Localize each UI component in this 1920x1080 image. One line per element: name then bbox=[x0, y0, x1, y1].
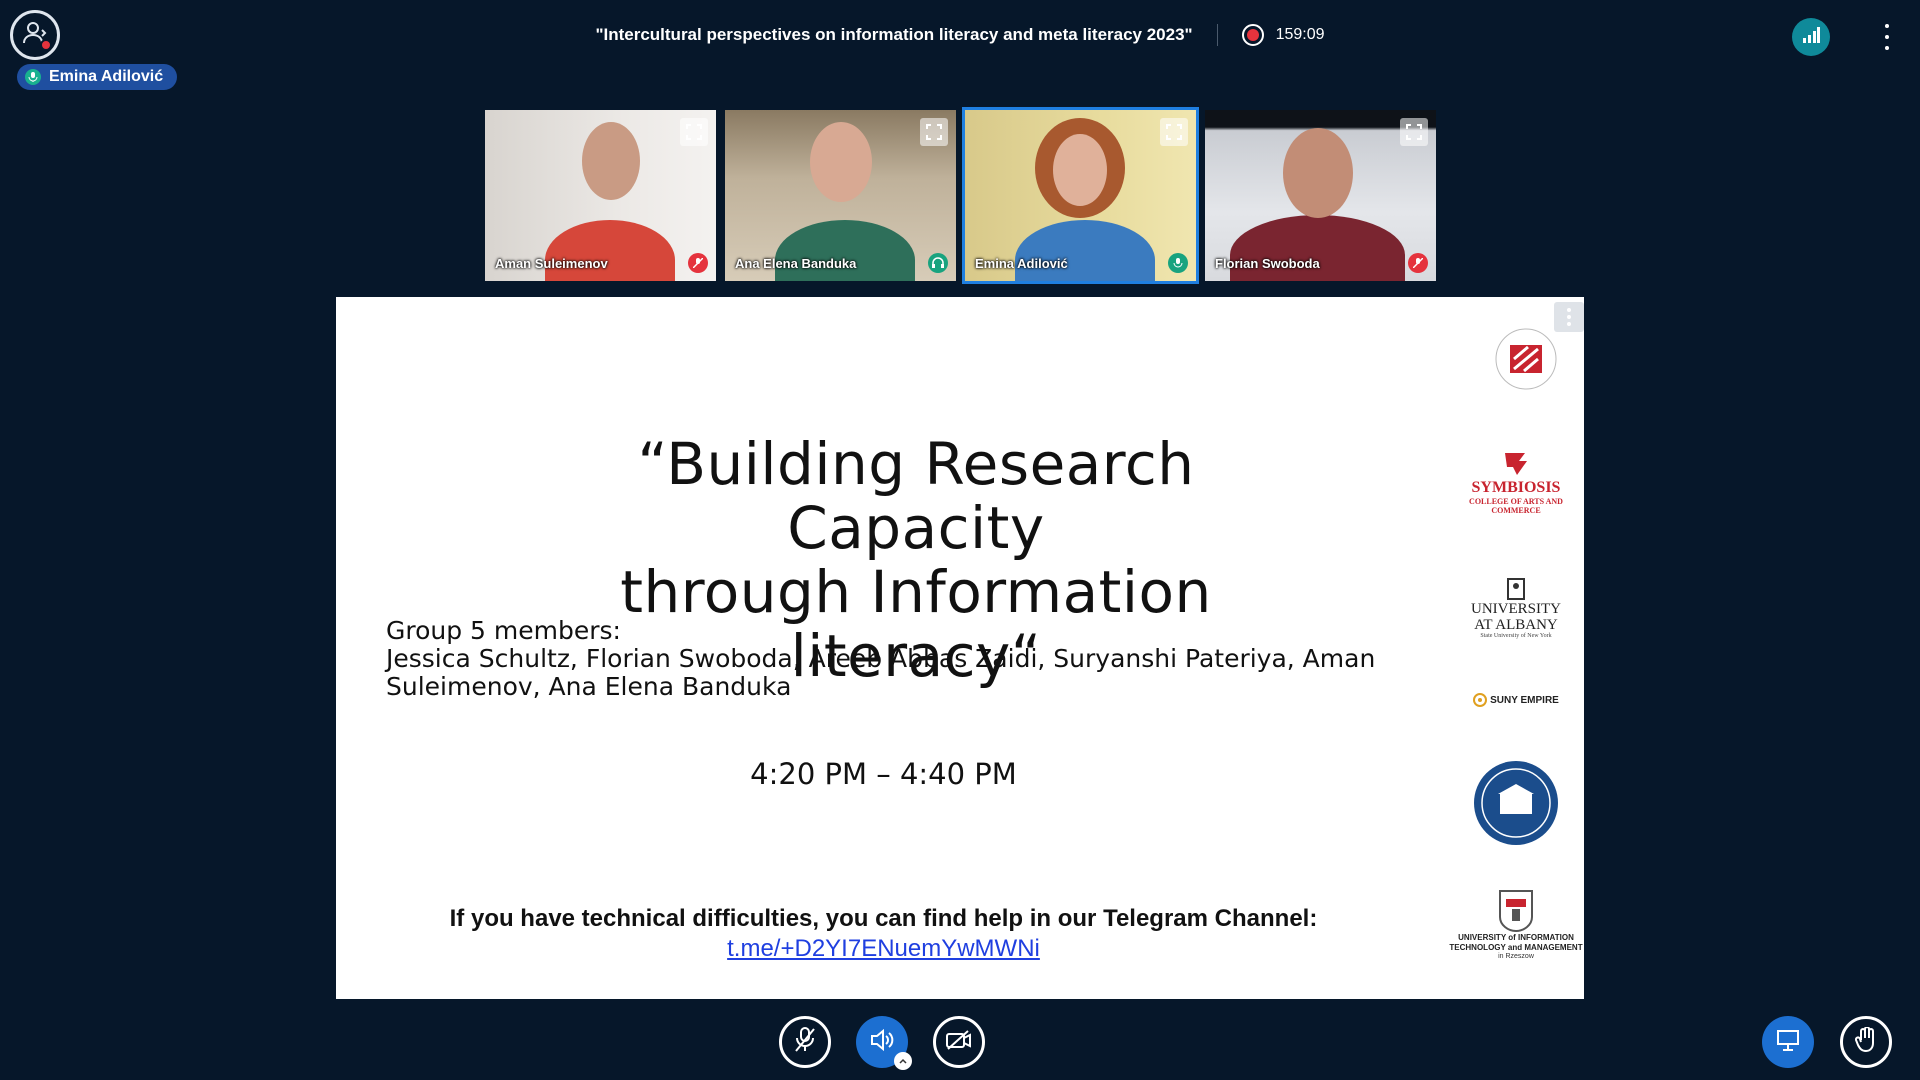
speaker-icon bbox=[870, 1028, 894, 1056]
share-webcam-button[interactable] bbox=[933, 1016, 985, 1068]
microphone-icon bbox=[25, 69, 41, 85]
headphones-icon bbox=[928, 253, 948, 273]
video-tile[interactable]: Ana Elena Banduka bbox=[722, 107, 959, 284]
group-members: Group 5 members: Jessica Schultz, Floria… bbox=[386, 617, 1386, 701]
video-tile[interactable]: Emina Adilović bbox=[962, 107, 1199, 284]
connection-status-button[interactable] bbox=[1792, 18, 1830, 56]
participant-name: Ana Elena Banduka bbox=[735, 256, 857, 271]
person-face bbox=[1053, 134, 1107, 206]
options-menu-button[interactable] bbox=[1882, 24, 1892, 50]
symbiosis-logo: SYMBIOSIS COLLEGE OF ARTS AND COMMERCE bbox=[1448, 449, 1584, 515]
sarajevo-logo bbox=[1468, 760, 1564, 846]
more-dot bbox=[1567, 308, 1571, 312]
microphone-icon bbox=[1168, 253, 1188, 273]
members-list: Jessica Schultz, Florian Swoboda, Areeb … bbox=[386, 644, 1376, 701]
microphone-muted-icon bbox=[688, 253, 708, 273]
header-divider bbox=[1216, 24, 1218, 46]
unmute-button[interactable] bbox=[779, 1016, 831, 1068]
expand-icon[interactable] bbox=[1400, 118, 1428, 146]
participant-name: Aman Suleimenov bbox=[495, 256, 608, 271]
camera-off-icon bbox=[946, 1029, 972, 1055]
audio-options-caret[interactable] bbox=[894, 1052, 912, 1070]
group-label: Group 5 members: bbox=[386, 616, 621, 645]
albany-logo: UNIVERSITY AT ALBANY State University of… bbox=[1456, 577, 1576, 639]
signal-bars-icon bbox=[1802, 26, 1820, 48]
talking-name: Emina Adilović bbox=[49, 68, 164, 85]
expand-icon[interactable] bbox=[680, 118, 708, 146]
microphone-muted-icon bbox=[1408, 253, 1428, 273]
talking-indicator[interactable]: Emina Adilović bbox=[17, 64, 178, 90]
raise-hand-button[interactable] bbox=[1840, 1016, 1892, 1068]
time-slot: 4:20 PM – 4:40 PM bbox=[750, 757, 1017, 791]
telegram-link[interactable]: t.me/+D2YI7ENuemYwMWNi bbox=[336, 935, 1431, 963]
more-dot bbox=[1885, 24, 1889, 28]
presentation-slide: “Building Research Capacity through Info… bbox=[336, 297, 1584, 999]
more-dot bbox=[1885, 46, 1889, 50]
expand-icon[interactable] bbox=[1160, 118, 1188, 146]
audio-button[interactable] bbox=[856, 1016, 912, 1070]
person-face bbox=[1283, 128, 1353, 218]
video-tile[interactable]: Aman Suleimenov bbox=[482, 107, 719, 284]
help-text: If you have technical difficulties, you … bbox=[449, 905, 1318, 932]
microphone-off-icon bbox=[793, 1026, 817, 1058]
recording-indicator[interactable]: 159:09 bbox=[1241, 24, 1325, 46]
meeting-header: "Intercultural perspectives on informati… bbox=[0, 24, 1920, 46]
heading-line-1: “Building Research Capacity bbox=[637, 430, 1195, 562]
participant-name: Florian Swoboda bbox=[1215, 256, 1320, 271]
presentation-toggle-button[interactable] bbox=[1762, 1016, 1814, 1068]
person-face bbox=[810, 122, 872, 202]
rzeszow-logo: UNIVERSITY of INFORMATION TECHNOLOGY and… bbox=[1448, 889, 1584, 960]
meeting-title: "Intercultural perspectives on informati… bbox=[595, 25, 1193, 44]
person-face bbox=[582, 122, 640, 200]
expand-icon[interactable] bbox=[920, 118, 948, 146]
participant-name: Emina Adilović bbox=[975, 256, 1068, 271]
hildesheim-logo bbox=[1476, 317, 1576, 401]
video-tile[interactable]: Florian Swoboda bbox=[1202, 107, 1439, 284]
webcam-strip: Aman Suleimenov Ana Elena Banduka Emina … bbox=[482, 107, 1439, 284]
hand-icon bbox=[1854, 1025, 1877, 1058]
recording-time: 159:09 bbox=[1275, 26, 1325, 43]
record-icon bbox=[1241, 24, 1264, 46]
more-dot bbox=[1885, 35, 1889, 39]
presentation-icon bbox=[1776, 1028, 1800, 1057]
suny-empire-logo: SUNY EMPIRE bbox=[1464, 693, 1568, 707]
